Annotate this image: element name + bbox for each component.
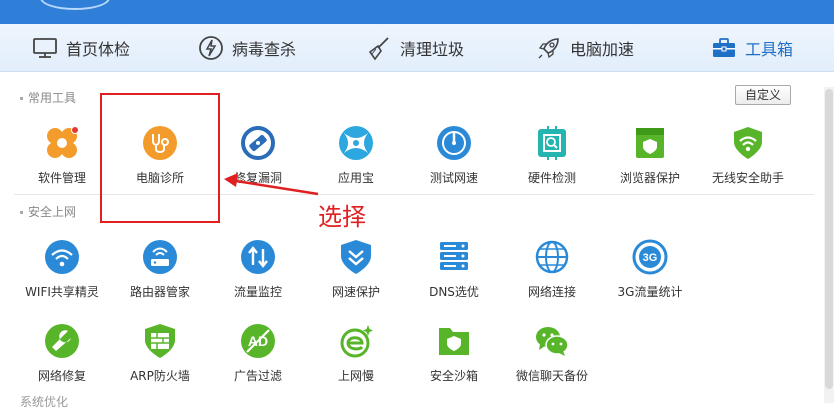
bullet-dot bbox=[20, 211, 23, 214]
software-manager-icon bbox=[47, 126, 79, 158]
tool-3g-traffic-stats[interactable]: 3G 3G流量统计 bbox=[604, 239, 696, 309]
tool-app-store[interactable]: 应用宝 bbox=[310, 125, 402, 195]
tool-wifi-share[interactable]: WIFI共享精灵 bbox=[16, 239, 108, 309]
tool-label: 微信聊天备份 bbox=[515, 369, 588, 383]
nav-clean-junk[interactable]: 清理垃圾 bbox=[366, 24, 464, 72]
monitor-icon bbox=[33, 38, 57, 58]
tool-label: WIFI共享精灵 bbox=[25, 285, 99, 299]
nav-speed-up[interactable]: 电脑加速 bbox=[536, 24, 634, 72]
highlight-box bbox=[100, 93, 220, 223]
tool-label: 应用宝 bbox=[337, 171, 374, 185]
toolbox-icon bbox=[713, 38, 735, 57]
main-nav: 首页体检 病毒查杀 清理垃圾 电脑加速 工具箱 bbox=[0, 24, 834, 72]
speed-test-icon bbox=[437, 126, 471, 160]
section-title: 常用工具 bbox=[28, 91, 77, 105]
patch-icon bbox=[241, 126, 275, 160]
lightning-shield-icon bbox=[199, 36, 223, 60]
speed-protect-icon bbox=[341, 240, 371, 274]
svg-text:3G: 3G bbox=[643, 252, 658, 264]
rocket-icon bbox=[538, 38, 559, 59]
tool-label: 3G流量统计 bbox=[617, 285, 683, 299]
nav-toolbox[interactable]: 工具箱 bbox=[711, 24, 793, 72]
tool-network-connection[interactable]: 网络连接 bbox=[506, 239, 598, 309]
scrollbar-thumb[interactable] bbox=[825, 89, 833, 389]
firewall-icon bbox=[145, 324, 175, 358]
tool-network-repair[interactable]: 网络修复 bbox=[16, 323, 108, 393]
wifi-shield-icon bbox=[734, 127, 762, 159]
tool-router-manager[interactable]: 路由器管家 bbox=[114, 239, 206, 309]
ad-filter-icon: AD bbox=[241, 324, 275, 358]
section-title: 安全上网 bbox=[28, 205, 77, 219]
nav-virus-scan[interactable]: 病毒查杀 bbox=[198, 24, 296, 72]
nav-label: 病毒查杀 bbox=[232, 40, 297, 59]
tool-label: DNS选优 bbox=[429, 285, 479, 299]
tool-dns-optimize[interactable]: DNS选优 bbox=[408, 239, 500, 309]
globe-icon bbox=[535, 240, 569, 274]
annotation-callout: 选择 bbox=[318, 203, 366, 231]
broom-icon bbox=[368, 37, 389, 61]
section-common-label: 常用工具 bbox=[20, 89, 76, 106]
section-security-label: 安全上网 bbox=[20, 203, 76, 220]
tool-ad-filter[interactable]: AD 广告过滤 bbox=[212, 323, 304, 393]
tool-label: 网速保护 bbox=[331, 285, 380, 299]
nav-label: 工具箱 bbox=[745, 40, 794, 59]
tool-traffic-monitor[interactable]: 流量监控 bbox=[212, 239, 304, 309]
wifi-share-icon bbox=[45, 240, 79, 274]
wechat-backup-icon bbox=[536, 327, 569, 356]
browser-shield-icon bbox=[636, 128, 664, 158]
tool-wireless-security[interactable]: 无线安全助手 bbox=[702, 125, 794, 195]
tool-label: 安全沙箱 bbox=[429, 369, 478, 383]
tool-arp-firewall[interactable]: ARP防火墙 bbox=[114, 323, 206, 393]
traffic-monitor-icon bbox=[241, 240, 275, 274]
tool-security-sandbox[interactable]: 安全沙箱 bbox=[408, 323, 500, 393]
tool-browser-protection[interactable]: 浏览器保护 bbox=[604, 125, 696, 195]
tool-label: 测试网速 bbox=[429, 171, 478, 185]
tool-wechat-backup[interactable]: 微信聊天备份 bbox=[506, 323, 598, 393]
tool-label: 广告过滤 bbox=[233, 369, 282, 383]
tool-software-manager[interactable]: 软件管理 bbox=[16, 125, 108, 195]
app-store-icon bbox=[339, 126, 373, 160]
tool-speed-protection[interactable]: 网速保护 bbox=[310, 239, 402, 309]
toolbox-content: 常用工具 自定义 软件管理 电脑诊所 修复漏洞 应用宝 测试网速 硬件检测 浏览… bbox=[0, 73, 834, 409]
nav-home-checkup[interactable]: 首页体检 bbox=[32, 24, 130, 72]
3g-icon: 3G bbox=[632, 239, 668, 275]
tool-label: ARP防火墙 bbox=[130, 369, 190, 383]
router-icon bbox=[143, 240, 177, 274]
nav-label: 首页体检 bbox=[66, 40, 131, 59]
nav-label: 清理垃圾 bbox=[400, 40, 465, 59]
annotation-arrow-icon bbox=[224, 173, 319, 196]
title-bar bbox=[0, 0, 834, 24]
section-system-optimize-label: 系统优化 bbox=[20, 395, 69, 409]
sandbox-icon bbox=[439, 328, 469, 355]
tool-label: 浏览器保护 bbox=[619, 171, 680, 185]
tool-label: 路由器管家 bbox=[129, 285, 190, 299]
tool-label: 软件管理 bbox=[37, 171, 86, 185]
tool-label: 网络修复 bbox=[37, 369, 86, 383]
scrollbar[interactable] bbox=[824, 87, 834, 403]
dns-server-icon bbox=[440, 242, 468, 270]
tool-label: 上网慢 bbox=[337, 369, 374, 383]
customize-button[interactable]: 自定义 bbox=[735, 85, 791, 105]
tool-hardware-check[interactable]: 硬件检测 bbox=[506, 125, 598, 195]
logo-arc bbox=[40, 0, 110, 10]
tool-label: 硬件检测 bbox=[527, 171, 576, 185]
tool-slow-internet[interactable]: 上网慢 bbox=[310, 323, 402, 393]
tool-label: 无线安全助手 bbox=[711, 171, 784, 185]
bullet-dot bbox=[20, 97, 23, 100]
slow-internet-icon bbox=[340, 325, 373, 358]
nav-label: 电脑加速 bbox=[570, 40, 635, 59]
tool-speed-test[interactable]: 测试网速 bbox=[408, 125, 500, 195]
tool-label: 流量监控 bbox=[233, 285, 282, 299]
chip-icon bbox=[538, 126, 566, 160]
tool-label: 网络连接 bbox=[527, 285, 576, 299]
wrench-icon bbox=[45, 324, 79, 358]
